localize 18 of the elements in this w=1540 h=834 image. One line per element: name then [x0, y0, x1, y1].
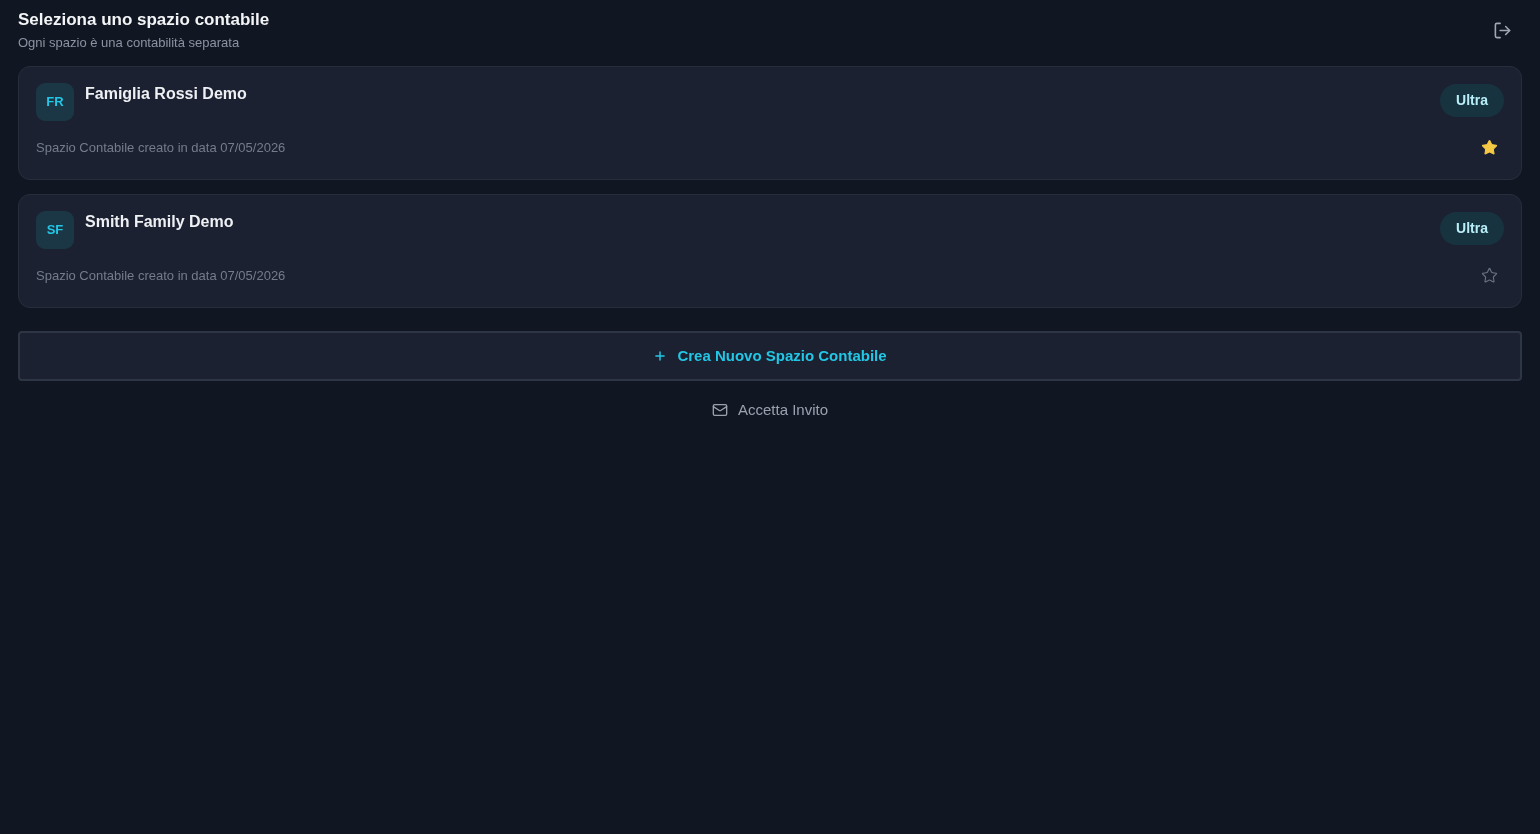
page-title: Seleziona uno spazio contabile [18, 10, 270, 30]
plus-icon [653, 349, 668, 363]
mail-icon [711, 402, 728, 418]
logout-icon [1493, 21, 1512, 40]
favorite-star-icon[interactable] [1481, 267, 1498, 284]
space-card[interactable]: SF Smith Family Demo Ultra Spazio Contabile creato in data 07/05/2026 [18, 194, 1522, 308]
space-name: Smith Family Demo [85, 212, 234, 232]
accept-invite-link[interactable]: Accetta Invito [711, 400, 828, 420]
creation-date: Spazio Contabile creato in data 07/05/2026 [36, 267, 286, 284]
plan-badge: Ultra [1440, 84, 1504, 117]
create-space-button[interactable]: Crea Nuovo Spazio Contabile [18, 331, 1522, 381]
initials-avatar: FR [36, 83, 74, 121]
page-subtitle: Ogni spazio è una contabilità separata [18, 35, 241, 51]
plan-badge: Ultra [1440, 212, 1504, 245]
initials-avatar: SF [36, 211, 74, 249]
creation-date: Spazio Contabile creato in data 07/05/2026 [36, 139, 286, 156]
space-card[interactable]: FR Famiglia Rossi Demo Ultra Spazio Contabile creato in data 07/05/2026 [18, 66, 1522, 180]
space-name: Famiglia Rossi Demo [85, 84, 247, 104]
